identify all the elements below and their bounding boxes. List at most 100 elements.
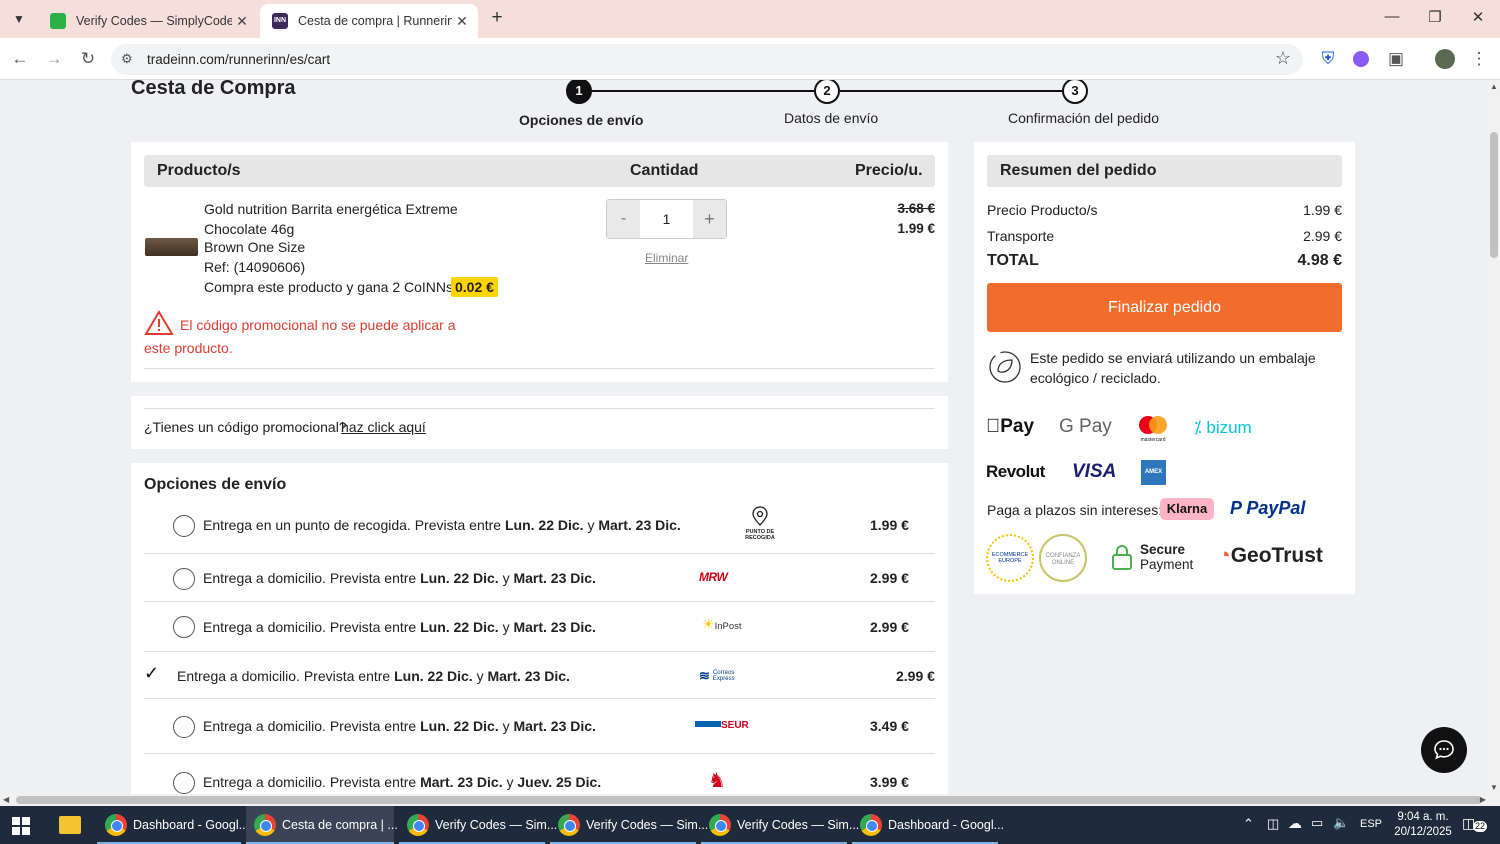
clock-date: 20/12/2025 bbox=[1394, 826, 1452, 838]
product-variant: Brown One Size bbox=[204, 239, 306, 255]
shipping-option-row[interactable]: Entrega a domicilio. Prevista entre Lun.… bbox=[144, 602, 935, 652]
shipping-option-row[interactable]: Entrega a domicilio. Prevista entre Lun.… bbox=[144, 699, 935, 754]
shipping-radio[interactable] bbox=[173, 568, 195, 590]
notification-center-icon[interactable]: ◫ 22 bbox=[1462, 815, 1488, 835]
quantity-input[interactable]: 1 bbox=[640, 200, 693, 238]
cart-header: Producto/s Cantidad Precio/u. bbox=[144, 155, 935, 187]
taskbar-item[interactable]: Dashboard - Googl... bbox=[852, 806, 1004, 844]
quantity-stepper: - 1 + bbox=[606, 199, 727, 239]
close-window-button[interactable]: ✕ bbox=[1463, 8, 1493, 26]
scroll-thumb[interactable] bbox=[1490, 132, 1498, 258]
product-name[interactable]: Gold nutrition Barrita energética Extrem… bbox=[204, 200, 524, 239]
shipping-radio[interactable] bbox=[173, 716, 195, 738]
summary-title: Resumen del pedido bbox=[1000, 162, 1157, 179]
coinns-value-badge: 0.02 € bbox=[451, 277, 498, 297]
bookmark-star-icon[interactable]: ☆ bbox=[1275, 48, 1291, 69]
file-explorer-icon[interactable] bbox=[59, 816, 81, 834]
revolut-logo: Revolut bbox=[986, 462, 1045, 481]
restore-button[interactable]: ❐ bbox=[1420, 8, 1450, 26]
taskbar-item[interactable]: Dashboard - Googl... bbox=[97, 806, 249, 844]
visa-logo: VISA bbox=[1072, 461, 1117, 482]
tray-chevron-icon[interactable]: ⌃ bbox=[1243, 816, 1254, 832]
volume-icon[interactable]: 🔈 bbox=[1333, 815, 1349, 831]
taskbar-item[interactable]: Verify Codes — Sim... bbox=[550, 806, 708, 844]
shipping-description: Entrega a domicilio. Prevista entre Lun.… bbox=[203, 570, 596, 586]
remove-item-link[interactable]: Eliminar bbox=[645, 251, 688, 265]
shipping-option-row[interactable]: Entrega a domicilio. Prevista entre Mart… bbox=[144, 754, 935, 794]
chrome-icon bbox=[709, 814, 731, 836]
scroll-left-arrow[interactable]: ◀ bbox=[3, 795, 9, 804]
confianza-online-badge: CONFIANZA ONLINE bbox=[1039, 534, 1087, 582]
step-3-label: Confirmación del pedido bbox=[1008, 110, 1159, 126]
shipping-price: 1.99 € bbox=[870, 517, 909, 533]
taskbar-item-active[interactable]: Cesta de compra | ... bbox=[246, 806, 398, 844]
forward-icon[interactable]: → bbox=[43, 48, 65, 70]
quantity-column-header: Cantidad bbox=[630, 162, 699, 179]
start-button[interactable] bbox=[12, 817, 30, 835]
taskbar-item[interactable]: Verify Codes — Sim... bbox=[701, 806, 859, 844]
total-value: 4.98 € bbox=[1297, 252, 1342, 269]
minimize-button[interactable]: — bbox=[1377, 8, 1407, 25]
secure-payment-badge: Secure Payment bbox=[1110, 542, 1193, 572]
promo-error-message: El código promocional no se puede aplica… bbox=[144, 317, 456, 356]
menu-kebab-icon[interactable]: ⋮ bbox=[1468, 48, 1490, 70]
checkout-button[interactable]: Finalizar pedido bbox=[987, 283, 1342, 332]
scroll-down-arrow[interactable]: ▼ bbox=[1490, 783, 1498, 792]
tab-cesta-de-compra[interactable]: INN Cesta de compra | Runnerinn ✕ bbox=[260, 4, 478, 38]
promo-code-link[interactable]: haz click aquí bbox=[341, 419, 426, 435]
shipping-price: 3.49 € bbox=[870, 718, 909, 734]
shipping-description: Entrega en un punto de recogida. Previst… bbox=[203, 517, 681, 533]
chrome-icon bbox=[105, 814, 127, 836]
profile-avatar-icon[interactable] bbox=[1434, 48, 1456, 70]
increase-quantity-button[interactable]: + bbox=[693, 200, 726, 238]
language-indicator[interactable]: ESP bbox=[1360, 818, 1382, 830]
reload-icon[interactable]: ↻ bbox=[77, 48, 99, 70]
tab-verify-codes[interactable]: Verify Codes — SimplyCodes ✕ bbox=[38, 4, 258, 38]
shipping-description: Entrega a domicilio. Prevista entre Lun.… bbox=[177, 668, 570, 684]
close-tab-icon[interactable]: ✕ bbox=[452, 13, 472, 30]
network-icon[interactable]: ▭ bbox=[1311, 815, 1323, 831]
shipping-option-row[interactable]: Entrega a domicilio. Prevista entre Lun.… bbox=[144, 554, 935, 602]
chat-button[interactable] bbox=[1421, 727, 1467, 773]
correos-logo: ♞ bbox=[708, 770, 726, 792]
tab-list-icon[interactable]: ▼ bbox=[8, 8, 30, 30]
scroll-up-arrow[interactable]: ▲ bbox=[1490, 82, 1498, 91]
bizum-logo: ⁒ bizum bbox=[1194, 418, 1252, 437]
scroll-thumb[interactable] bbox=[16, 796, 1482, 804]
vertical-scrollbar[interactable]: ▲ ▼ bbox=[1488, 80, 1500, 794]
shipping-radio[interactable] bbox=[173, 515, 195, 537]
clock[interactable]: 9:04 a. m. 20/12/2025 bbox=[1393, 810, 1453, 840]
decrease-quantity-button[interactable]: - bbox=[607, 200, 640, 238]
new-tab-button[interactable]: + bbox=[486, 7, 508, 29]
shipping-option-row[interactable]: Entrega en un punto de recogida. Previst… bbox=[144, 500, 935, 554]
inpost-logo: ☀InPost bbox=[702, 616, 742, 632]
amex-logo: AMEX bbox=[1141, 460, 1166, 485]
back-icon[interactable]: ← bbox=[9, 48, 31, 70]
site-info-icon[interactable]: ⚙ bbox=[121, 51, 133, 67]
extensions-puzzle-icon[interactable]: ▣ bbox=[1385, 48, 1407, 70]
chat-icon bbox=[1434, 740, 1454, 760]
bitwarden-extension-icon[interactable]: ⛨ bbox=[1317, 48, 1339, 70]
address-bar[interactable]: ⚙ tradeinn.com/runnerinn/es/cart ☆ bbox=[111, 44, 1303, 75]
product-column-header: Producto/s bbox=[157, 162, 241, 179]
tray-device-icon[interactable]: ◫ bbox=[1267, 816, 1279, 832]
shipping-radio[interactable] bbox=[173, 772, 195, 794]
product-image[interactable] bbox=[145, 238, 198, 256]
simplycodes-favicon-icon bbox=[50, 13, 66, 29]
shipping-description: Entrega a domicilio. Prevista entre Mart… bbox=[203, 774, 602, 790]
scroll-right-arrow[interactable]: ▶ bbox=[1480, 795, 1486, 804]
google-pay-logo: G Pay bbox=[1059, 416, 1112, 437]
extension-icon[interactable] bbox=[1350, 48, 1372, 70]
taskbar-item[interactable]: Verify Codes — Sim... bbox=[399, 806, 557, 844]
horizontal-scrollbar[interactable]: ◀ ▶ bbox=[0, 794, 1500, 806]
shipping-option-row-selected[interactable]: ✓ Entrega a domicilio. Prevista entre Lu… bbox=[144, 652, 935, 699]
selected-check-icon[interactable]: ✓ bbox=[144, 663, 159, 684]
original-price: 3.68 € bbox=[897, 201, 935, 216]
chrome-icon bbox=[860, 814, 882, 836]
shipping-radio[interactable] bbox=[173, 616, 195, 638]
close-tab-icon[interactable]: ✕ bbox=[232, 13, 252, 30]
total-label: TOTAL bbox=[987, 252, 1039, 269]
shipping-description: Entrega a domicilio. Prevista entre Lun.… bbox=[203, 619, 596, 635]
onedrive-icon[interactable]: ☁ bbox=[1288, 815, 1302, 832]
product-ref: Ref: (14090606) bbox=[204, 259, 306, 275]
